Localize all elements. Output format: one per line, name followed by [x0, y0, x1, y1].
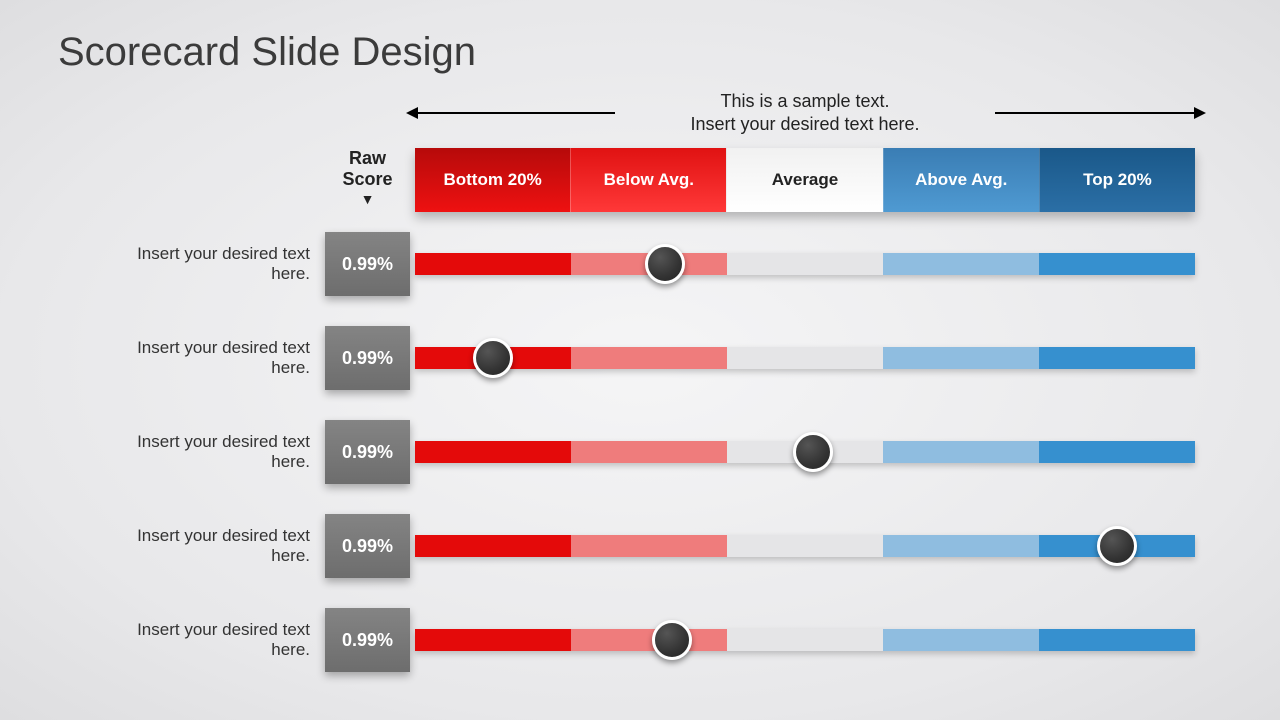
page-title: Scorecard Slide Design	[58, 30, 476, 75]
score-bar-segment	[883, 441, 1039, 463]
scorecard-row: Insert your desired text here.0.99%	[0, 326, 1280, 390]
score-bar-segment	[883, 535, 1039, 557]
score-bar-segment	[415, 441, 571, 463]
score-bar-segment	[883, 629, 1039, 651]
col-header-top-20: Top 20%	[1039, 148, 1195, 212]
score-bar-segment	[1039, 629, 1195, 651]
score-bar-segment	[571, 629, 727, 651]
raw-score-value: 0.99%	[325, 514, 410, 578]
score-bar-segment	[415, 253, 571, 275]
range-arrow-line-left	[415, 112, 615, 114]
score-bar-segment	[883, 253, 1039, 275]
raw-score-value: 0.99%	[325, 420, 410, 484]
raw-score-header: Raw Score ▼	[325, 148, 410, 207]
arrow-left-icon	[406, 107, 418, 119]
score-marker[interactable]	[473, 338, 513, 378]
scorecard-row: Insert your desired text here.0.99%	[0, 420, 1280, 484]
score-bar-segment	[727, 535, 883, 557]
score-bar-segment	[1039, 253, 1195, 275]
score-marker[interactable]	[652, 620, 692, 660]
score-bar-segment	[727, 253, 883, 275]
subtitle-line2: Insert your desired text here.	[690, 114, 919, 134]
triangle-down-icon: ▼	[325, 191, 410, 207]
score-bar-segment	[571, 347, 727, 369]
score-bar	[415, 253, 1195, 275]
scorecard-row: Insert your desired text here.0.99%	[0, 514, 1280, 578]
scorecard-row: Insert your desired text here.0.99%	[0, 608, 1280, 672]
row-label: Insert your desired text here.	[100, 326, 314, 390]
raw-score-value: 0.99%	[325, 232, 410, 296]
column-header-row: Bottom 20% Below Avg. Average Above Avg.…	[415, 148, 1195, 212]
row-label: Insert your desired text here.	[100, 514, 314, 578]
range-arrow-line-right	[995, 112, 1195, 114]
score-bar-segment	[1039, 441, 1195, 463]
score-bar-segment	[727, 629, 883, 651]
score-marker[interactable]	[645, 244, 685, 284]
raw-score-value: 0.99%	[325, 326, 410, 390]
score-marker[interactable]	[1097, 526, 1137, 566]
score-bar-segment	[415, 629, 571, 651]
score-bar-segment	[571, 535, 727, 557]
score-bar	[415, 629, 1195, 651]
scorecard-row: Insert your desired text here.0.99%	[0, 232, 1280, 296]
raw-score-header-label: Raw Score	[342, 148, 392, 189]
score-bar-segment	[571, 441, 727, 463]
arrow-right-icon	[1194, 107, 1206, 119]
row-label: Insert your desired text here.	[100, 232, 314, 296]
col-header-bottom-20: Bottom 20%	[415, 148, 570, 212]
raw-score-value: 0.99%	[325, 608, 410, 672]
col-header-average: Average	[726, 148, 882, 212]
subtitle-line1: This is a sample text.	[720, 91, 889, 111]
row-label: Insert your desired text here.	[100, 608, 314, 672]
score-bar	[415, 347, 1195, 369]
col-header-below-avg: Below Avg.	[570, 148, 726, 212]
score-marker[interactable]	[793, 432, 833, 472]
score-bar-segment	[1039, 347, 1195, 369]
score-bar-segment	[883, 347, 1039, 369]
col-header-above-avg: Above Avg.	[883, 148, 1039, 212]
score-bar-segment	[415, 535, 571, 557]
row-label: Insert your desired text here.	[100, 420, 314, 484]
score-bar	[415, 535, 1195, 557]
score-bar-segment	[727, 347, 883, 369]
